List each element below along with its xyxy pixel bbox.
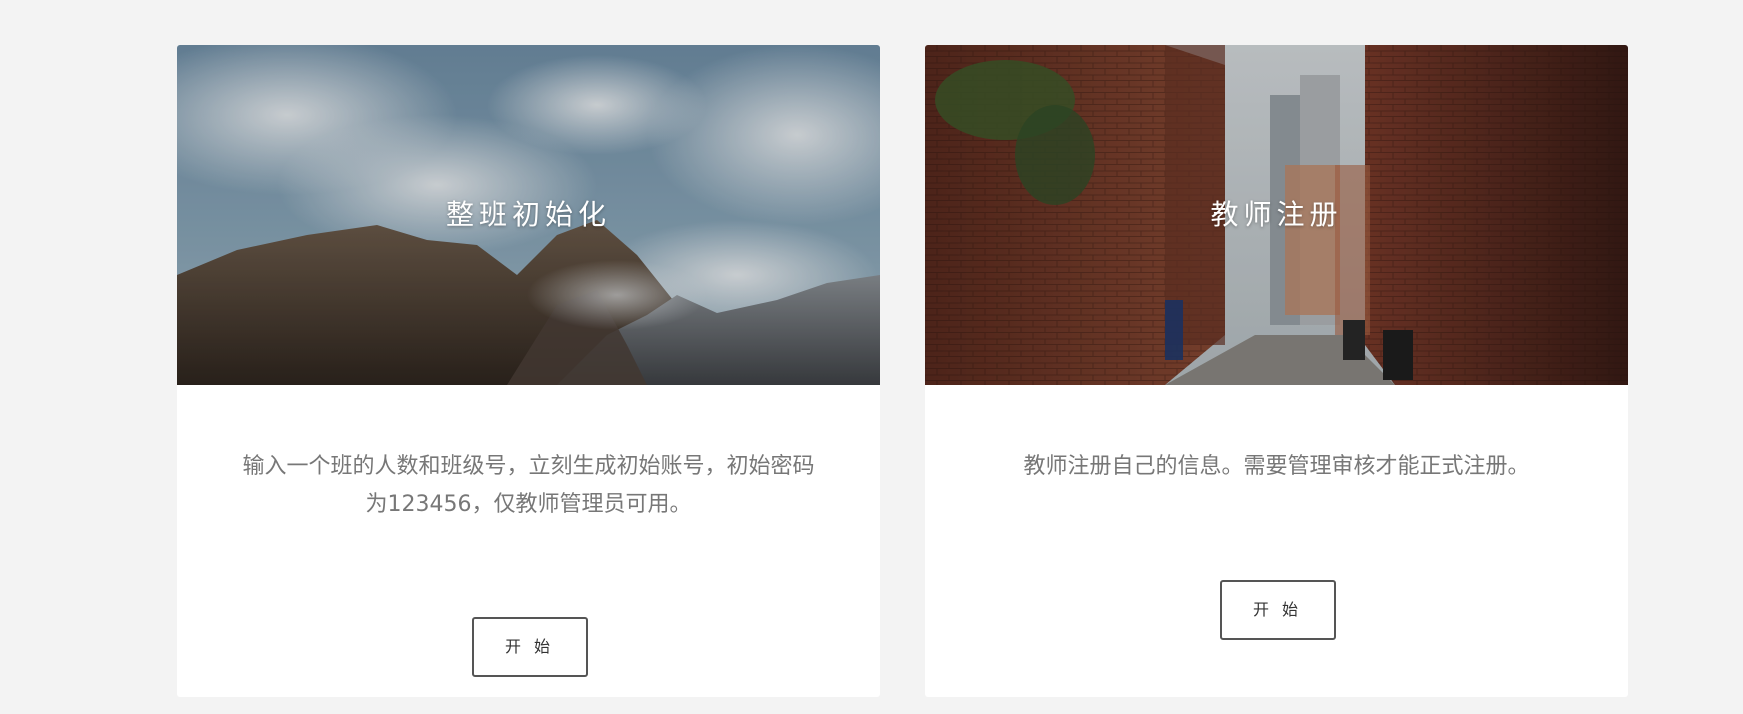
card-title: 教师注册 xyxy=(1210,198,1343,231)
card-image-alley: 教师注册 xyxy=(925,45,1628,385)
card-description: 输入一个班的人数和班级号，立刻生成初始账号，初始密码为123456，仅教师管理员… xyxy=(242,454,815,517)
card-description: 教师注册自己的信息。需要管理审核才能正式注册。 xyxy=(1023,454,1530,479)
card-image-mountains: 整班初始化 xyxy=(177,45,880,385)
card-title: 整班初始化 xyxy=(445,198,611,231)
start-button[interactable]: 开 始 xyxy=(471,617,588,677)
card-body: 输入一个班的人数和班级号，立刻生成初始账号，初始密码为123456，仅教师管理员… xyxy=(177,385,880,697)
start-button[interactable]: 开 始 xyxy=(1219,580,1336,640)
card-class-init: 整班初始化 输入一个班的人数和班级号，立刻生成初始账号，初始密码为123456，… xyxy=(177,45,880,697)
card-body: 教师注册自己的信息。需要管理审核才能正式注册。 开 始 xyxy=(925,385,1628,697)
card-teacher-register: 教师注册 教师注册自己的信息。需要管理审核才能正式注册。 开 始 xyxy=(925,45,1628,697)
